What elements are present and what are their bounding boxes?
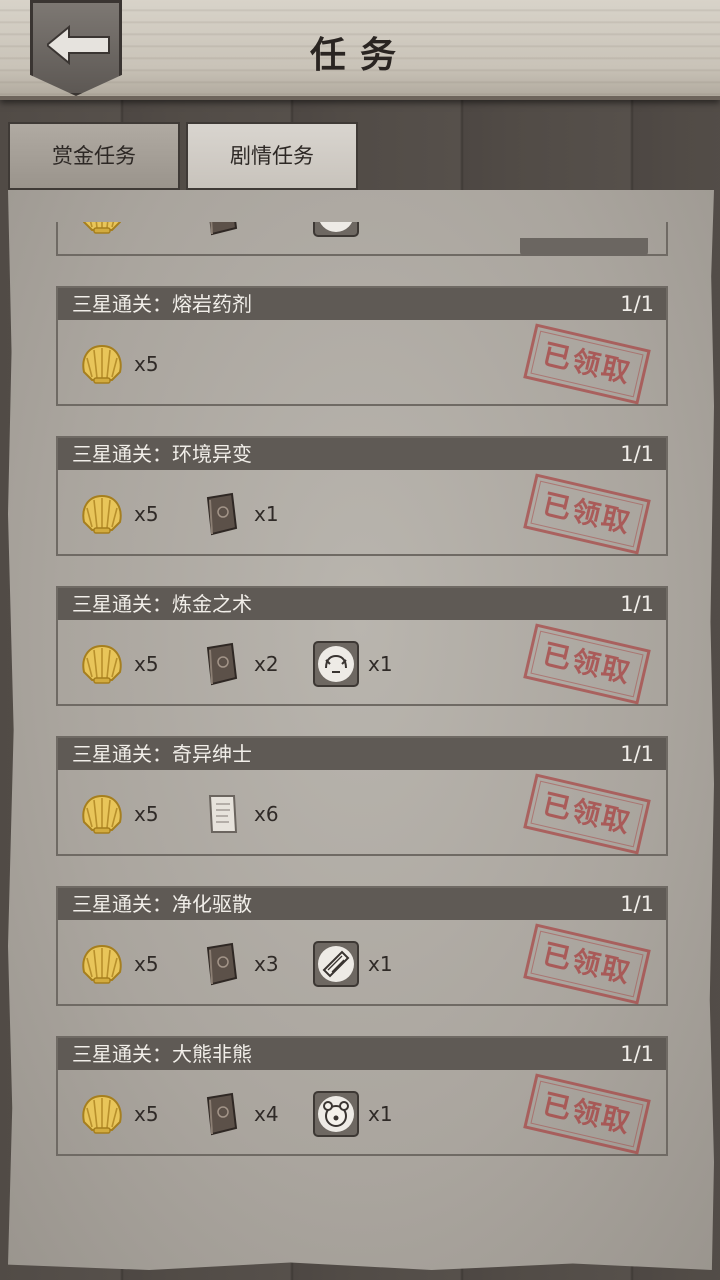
quest-header: 三星通关：奇异绅士 1/1 xyxy=(58,738,666,770)
tab-story[interactable]: 剧情任务 xyxy=(186,122,358,190)
quest-card: 三星通关：奇异绅士 1/1 x5 x6 已领取 xyxy=(56,736,668,856)
quest-list[interactable]: x5 x2 x1 三星通关：熔岩药剂1/1x5已领取三星通关：环境异变1/1x5… xyxy=(8,222,714,1262)
shell-icon xyxy=(82,645,122,684)
quest-progress: 1/1 xyxy=(620,1042,654,1066)
scroll-icon xyxy=(313,222,359,237)
reward-count: x1 xyxy=(368,952,393,976)
quest-header: 三星通关：炼金之术 1/1 xyxy=(58,588,666,620)
quest-progress: 1/1 xyxy=(620,292,654,316)
reward-count: x1 xyxy=(254,502,279,526)
reward-count: x5 xyxy=(134,352,159,376)
book-icon xyxy=(207,643,237,685)
claimed-stamp: 已领取 xyxy=(523,773,651,855)
shell-icon xyxy=(82,945,122,984)
book-icon xyxy=(207,222,237,235)
shell-icon xyxy=(82,495,122,534)
shell-icon xyxy=(82,1095,122,1134)
quest-title: 三星通关：炼金之术 xyxy=(72,592,252,616)
tab-bounty-label: 赏金任务 xyxy=(52,144,136,168)
quest-title: 三星通关：环境异变 xyxy=(72,442,252,466)
reward-count: x5 xyxy=(134,502,159,526)
reward-count: x5 xyxy=(134,652,159,676)
claimed-stamp: 已领取 xyxy=(523,473,651,555)
quest-header: 三星通关：熔岩药剂 1/1 xyxy=(58,288,666,320)
reward-count: x2 xyxy=(254,652,279,676)
quest-title: 三星通关：熔岩药剂 xyxy=(72,292,252,316)
claimed-stamp: 已领取 xyxy=(523,923,651,1005)
quest-progress: 1/1 xyxy=(620,742,654,766)
muscle-man-icon xyxy=(313,641,359,687)
reward-count: x5 xyxy=(134,952,159,976)
reward-count: x3 xyxy=(254,952,279,976)
book-icon xyxy=(207,493,237,535)
quest-progress: 1/1 xyxy=(620,892,654,916)
reward-count: x4 xyxy=(254,1102,279,1126)
partial-button[interactable] xyxy=(520,238,648,256)
quest-header: 三星通关：环境异变 1/1 xyxy=(58,438,666,470)
quest-card: 三星通关：大熊非熊 1/1 x5 x4 x1 已领取 xyxy=(56,1036,668,1156)
quest-title: 三星通关：净化驱散 xyxy=(72,892,252,916)
quest-card: 三星通关：环境异变 1/1 x5 x1 已领取 xyxy=(56,436,668,556)
paper-icon xyxy=(209,795,237,833)
claimed-stamp: 已领取 xyxy=(523,1073,651,1155)
quest-progress: 1/1 xyxy=(620,442,654,466)
book-icon xyxy=(207,1093,237,1135)
tab-bounty[interactable]: 赏金任务 xyxy=(8,122,180,190)
reward-count: x5 xyxy=(134,802,159,826)
shell-icon xyxy=(82,222,122,234)
book-icon xyxy=(207,943,237,985)
reward-count: x1 xyxy=(368,1102,393,1126)
quest-card: 三星通关：炼金之术 1/1 x5 x2 x1 已领取 xyxy=(56,586,668,706)
tab-story-label: 剧情任务 xyxy=(230,144,314,168)
shell-icon xyxy=(82,795,122,834)
reward-count: x1 xyxy=(368,652,393,676)
quest-card: 三星通关：净化驱散 1/1 x5 x3 x1 已领取 xyxy=(56,886,668,1006)
scroll-bundle-icon xyxy=(313,941,359,987)
back-arrow-icon xyxy=(47,25,110,65)
quest-card-partial: x5 x2 x1 xyxy=(56,222,668,256)
reward-count: x6 xyxy=(254,802,279,826)
reward-count: x5 xyxy=(134,1102,159,1126)
quest-title: 三星通关：奇异绅士 xyxy=(72,742,252,766)
claimed-stamp: 已领取 xyxy=(523,623,651,705)
quest-progress: 1/1 xyxy=(620,592,654,616)
bear-head-icon xyxy=(313,1091,359,1137)
shell-icon xyxy=(82,345,122,384)
quest-header: 三星通关：大熊非熊 1/1 xyxy=(58,1038,666,1070)
quest-header: 三星通关：净化驱散 1/1 xyxy=(58,888,666,920)
quest-title: 三星通关：大熊非熊 xyxy=(72,1042,252,1066)
claimed-stamp: 已领取 xyxy=(523,323,651,405)
quest-card: 三星通关：熔岩药剂 1/1 x5 已领取 xyxy=(56,286,668,406)
